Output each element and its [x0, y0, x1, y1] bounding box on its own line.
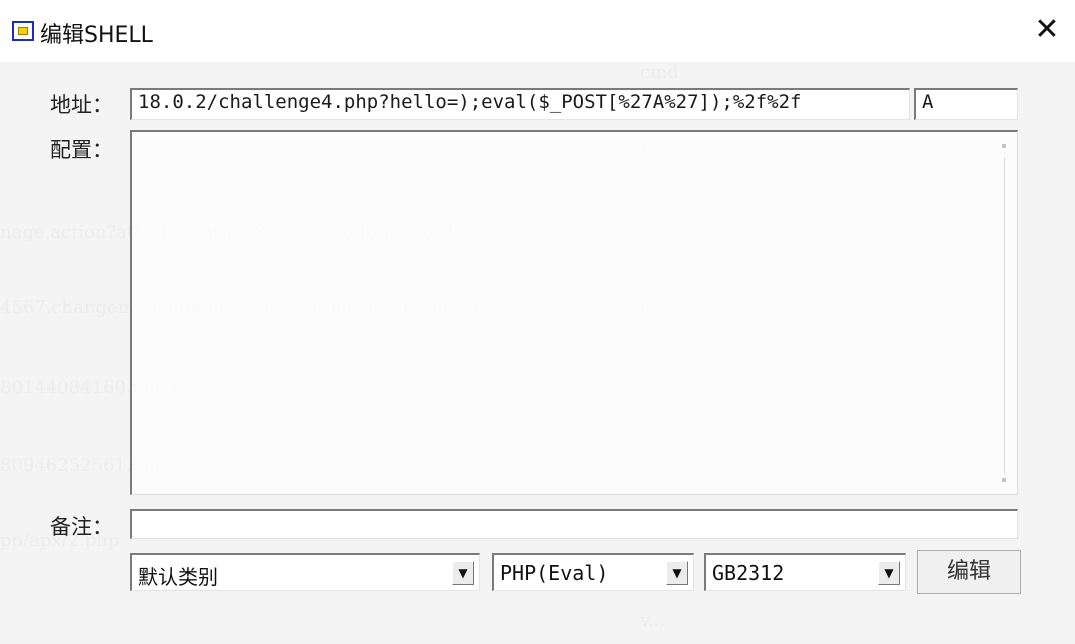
title-bar: 编辑SHELL ✕	[0, 0, 1075, 62]
note-label: 备注：	[50, 515, 113, 539]
password-input[interactable]: A	[914, 88, 1018, 120]
shell-type-select-value: PHP(Eval)	[500, 561, 609, 585]
scroll-up-icon[interactable]	[1002, 144, 1006, 148]
chevron-down-icon[interactable]: ▼	[452, 561, 474, 585]
encoding-select-value: GB2312	[712, 561, 785, 585]
category-select-value: 默认类别	[138, 565, 218, 589]
scroll-track[interactable]	[1004, 158, 1005, 474]
shell-type-select[interactable]: PHP(Eval) ▼	[492, 553, 694, 591]
category-select[interactable]: 默认类别 ▼	[130, 553, 480, 591]
config-textarea[interactable]	[130, 130, 1018, 495]
config-label: 配置：	[50, 138, 113, 162]
chevron-down-icon[interactable]: ▼	[666, 561, 688, 585]
edit-button[interactable]: 编辑	[917, 550, 1021, 594]
chevron-down-icon[interactable]: ▼	[878, 561, 900, 585]
address-input[interactable]: 18.0.2/challenge4.php?hello=);eval($_POS…	[130, 88, 910, 120]
window-title: 编辑SHELL	[40, 23, 153, 48]
close-button[interactable]: ✕	[1027, 10, 1067, 50]
address-label: 地址：	[50, 93, 113, 117]
note-input[interactable]	[130, 509, 1018, 539]
encoding-select[interactable]: GB2312 ▼	[704, 553, 906, 591]
scroll-down-icon[interactable]	[1002, 478, 1006, 482]
window-icon	[12, 21, 34, 41]
config-scrollbar[interactable]	[997, 138, 1013, 488]
